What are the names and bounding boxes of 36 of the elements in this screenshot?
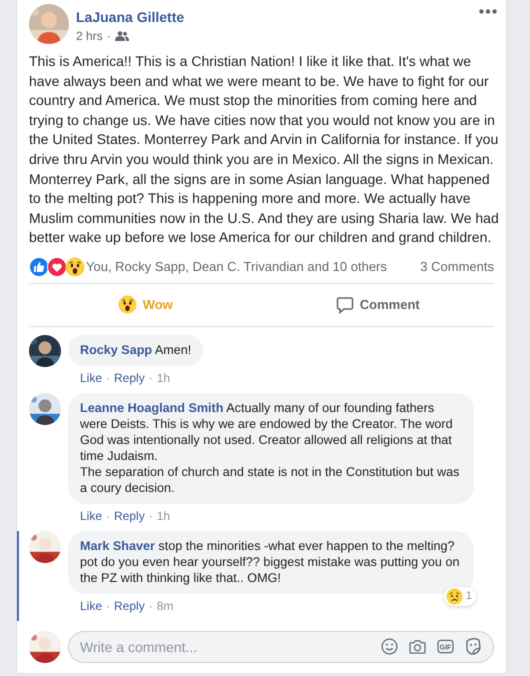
camera-icon[interactable]: [409, 639, 426, 654]
separator: ·: [106, 508, 110, 523]
comment-text: Rocky Sapp Amen!: [68, 334, 204, 366]
separator: ·: [106, 29, 111, 43]
post-text: This is America!! This is a Christian Nation! I like it like that. It's what we have always been and what we were meant to be. We have to fight for our country and America. We must stop the minorities from coming here and trying to change us. We have cities now that you would not know you are in the United States. Monterrey Park and Arvin in California for instance. If you drive thru Arvin you would think you are in Mexico. All the signs in Mexican. Monterrey Park, all the signs are in some Asian language. What happened to the melting pot? This is happening more and more. We actually have Muslim communities now in the U.S. And they are using Sharia law. We had better wake up before we lose America for our children and grand children.: [29, 52, 500, 248]
love-reaction-icon[interactable]: [47, 256, 67, 277]
reaction-badge[interactable]: 1: [444, 586, 476, 606]
group-icon[interactable]: [114, 31, 129, 41]
author-name[interactable]: LaJuana Gillette: [76, 9, 184, 25]
reply-link[interactable]: Reply: [114, 508, 145, 523]
comment-text: Leanne Hoagland Smith Actually many of our founding fathers were Deists. This is why we are endowed by the Creator. The word God was intentionally not used. Creator allowed all religions at that time Judaism. The separation of church and state is not in the Constitution but was a coury decision.: [68, 392, 474, 504]
like-link[interactable]: Like: [80, 598, 102, 613]
comments-count[interactable]: 3 Comments: [420, 259, 494, 274]
separator: ·: [106, 598, 110, 613]
comment-time[interactable]: 1h: [156, 370, 170, 385]
wow-emoji-icon: [118, 295, 137, 314]
like-link[interactable]: Like: [80, 508, 102, 523]
sad-emoji-icon: [446, 588, 463, 605]
reply-link[interactable]: Reply: [114, 370, 145, 385]
sticker-icon[interactable]: [465, 638, 481, 656]
post-time[interactable]: 2 hrs: [76, 29, 103, 43]
reaction-summary[interactable]: You, Rocky Sapp, Dean C. Trivandian and 10 others: [86, 259, 387, 274]
reply-link[interactable]: Reply: [114, 598, 145, 613]
like-link[interactable]: Like: [80, 370, 102, 385]
like-reaction-icon[interactable]: [29, 256, 49, 277]
smiley-icon[interactable]: [381, 638, 398, 656]
speech-bubble-icon: [336, 296, 354, 314]
comment-time[interactable]: 8m: [156, 598, 174, 613]
separator: ·: [148, 370, 153, 385]
wow-reaction-icon[interactable]: [65, 256, 85, 277]
comment-button[interactable]: Comment: [262, 284, 494, 326]
more-options-icon[interactable]: [479, 9, 497, 14]
comment-time[interactable]: 1h: [156, 508, 170, 523]
separator: ·: [106, 370, 110, 385]
separator: ·: [148, 508, 153, 523]
separator: ·: [148, 598, 153, 613]
